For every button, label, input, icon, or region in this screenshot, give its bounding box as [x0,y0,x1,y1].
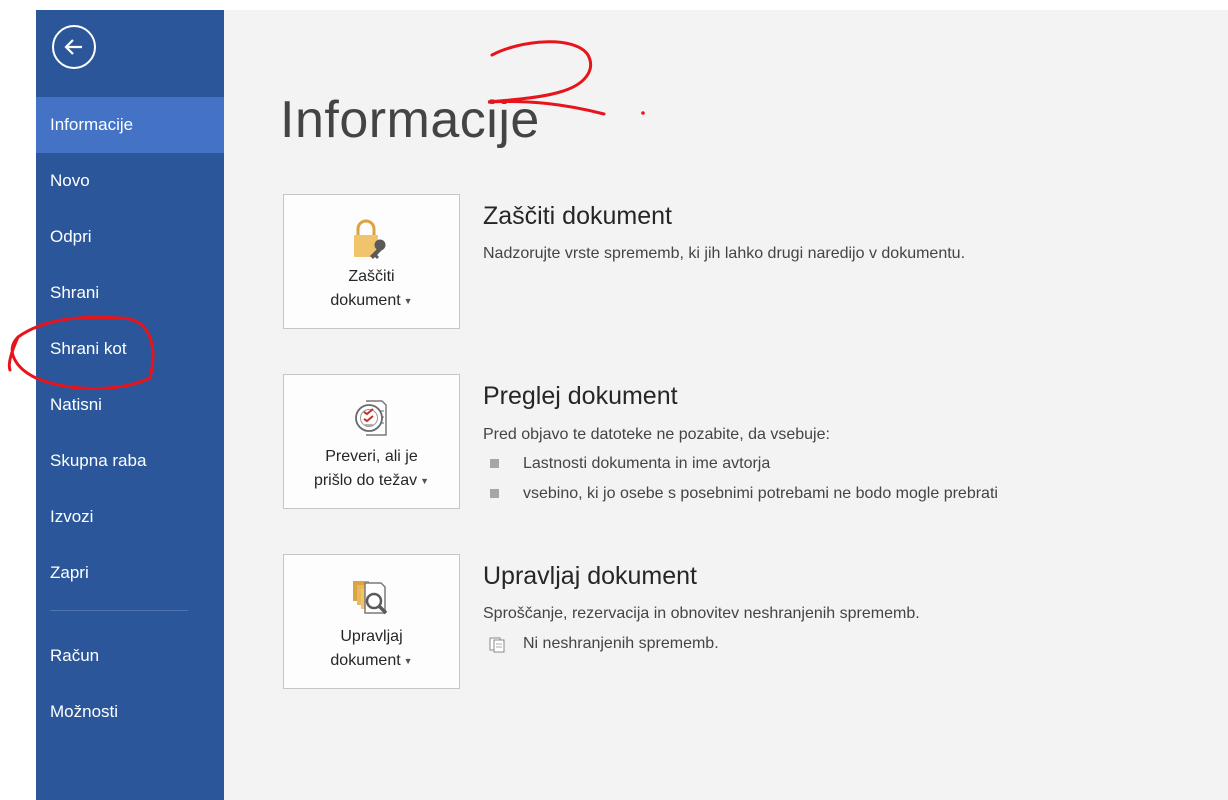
nav-item-racun[interactable]: Račun [36,628,224,684]
bullet-icon [490,489,499,498]
inspect-document-heading: Preglej dokument [483,382,678,410]
page-title: Informacije [280,91,540,149]
nav-item-moznosti[interactable]: Možnosti [36,684,224,740]
dropdown-caret-icon: ▼ [403,656,413,666]
inspect-document-description: Pred objavo te datoteke ne pozabite, da … [483,426,830,443]
protect-document-label: Zaščiti dokument ▼ [330,268,413,310]
check-for-issues-button[interactable]: Preveri, ali je prišlo do težav ▼ [283,374,460,509]
bullet-icon [490,459,499,468]
back-button[interactable] [52,25,96,69]
inspect-document-icon [354,400,387,436]
manage-document-heading: Upravljaj dokument [483,562,697,590]
document-small-icon [489,637,505,653]
dropdown-caret-icon: ▼ [403,296,413,306]
nav-item-informacije[interactable]: Informacije [36,97,224,153]
manage-document-label: Upravljaj dokument ▼ [330,628,413,670]
inspect-bullet-2: vsebino, ki jo osebe s posebnimi potreba… [523,485,998,502]
manage-document-description: Sproščanje, rezervacija in obnovitev nes… [483,605,920,622]
protect-document-heading: Zaščiti dokument [483,202,672,230]
nav-item-shrani[interactable]: Shrani [36,265,224,321]
dropdown-caret-icon: ▼ [420,476,430,486]
protect-document-button[interactable]: Zaščiti dokument ▼ [283,194,460,329]
nav-item-izvozi[interactable]: Izvozi [36,489,224,545]
nav-item-odpri[interactable]: Odpri [36,209,224,265]
manage-document-button[interactable]: Upravljaj dokument ▼ [283,554,460,689]
nav-item-natisni[interactable]: Natisni [36,377,224,433]
arrow-left-icon [64,39,82,55]
protect-document-description: Nadzorujte vrste sprememb, ki jih lahko … [483,245,966,262]
nav-divider [50,610,188,611]
backstage-sidebar: Informacije Novo Odpri Shrani Shrani kot… [36,10,224,800]
nav-item-skupna-raba[interactable]: Skupna raba [36,433,224,489]
lock-key-icon [353,219,385,259]
nav-item-shrani-kot[interactable]: Shrani kot [36,321,224,377]
manage-document-icon [352,581,387,615]
no-unsaved-changes-note: Ni neshranjenih sprememb. [523,635,719,652]
nav-item-zapri[interactable]: Zapri [36,545,224,601]
inspect-bullet-1: Lastnosti dokumenta in ime avtorja [523,455,771,472]
check-for-issues-label: Preveri, ali je prišlo do težav ▼ [313,448,430,490]
nav-item-novo[interactable]: Novo [36,153,224,209]
